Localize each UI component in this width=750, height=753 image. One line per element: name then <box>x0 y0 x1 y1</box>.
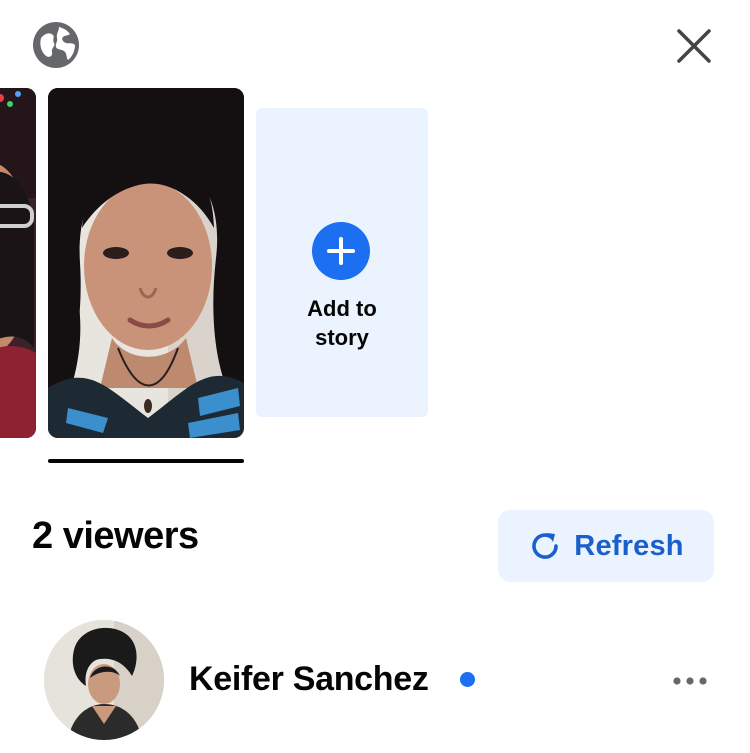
add-to-story-label: Add to story <box>307 296 377 350</box>
close-button[interactable] <box>672 24 716 68</box>
story-viewers-screen: Add to story 2 viewers Refresh Keifer Sa… <box>0 0 750 753</box>
plus-icon <box>327 237 355 265</box>
story-photo <box>0 88 36 438</box>
selected-story-indicator <box>48 459 244 463</box>
viewer-list-item[interactable]: Keifer Sanchez <box>0 615 750 745</box>
avatar-photo <box>44 620 164 740</box>
viewers-count-heading: 2 viewers <box>32 515 199 557</box>
avatar[interactable] <box>44 620 164 740</box>
close-icon <box>677 29 711 63</box>
globe-icon <box>33 22 79 68</box>
story-thumbnail-current[interactable] <box>48 88 244 438</box>
refresh-button[interactable]: Refresh <box>498 510 714 582</box>
more-options-button[interactable] <box>668 663 712 699</box>
viewer-name[interactable]: Keifer Sanchez <box>189 657 429 701</box>
story-photo <box>48 88 244 438</box>
more-horizontal-icon <box>673 677 707 685</box>
story-thumbnail-previous[interactable] <box>0 88 36 438</box>
privacy-button[interactable] <box>32 21 80 69</box>
online-status-dot <box>460 672 475 687</box>
add-to-story-button[interactable]: Add to story <box>256 108 428 417</box>
add-circle <box>312 222 370 280</box>
refresh-label: Refresh <box>574 529 684 562</box>
refresh-icon <box>532 533 559 559</box>
